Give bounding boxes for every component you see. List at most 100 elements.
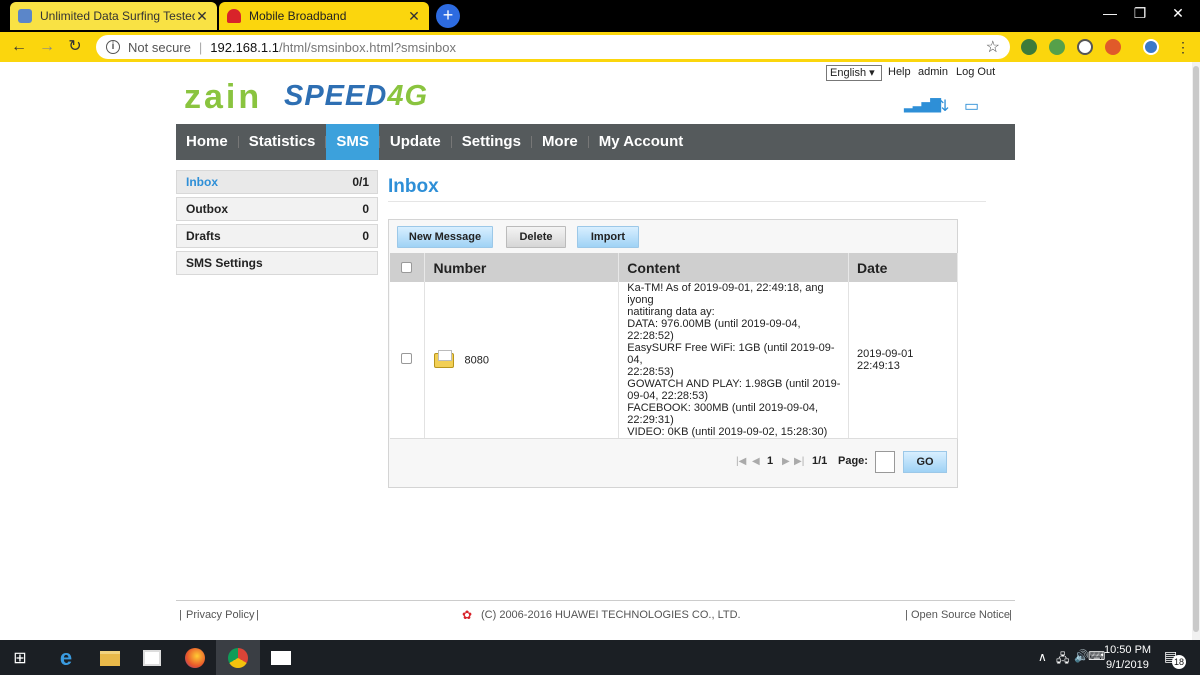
new-message-button[interactable]: New Message [397, 226, 493, 248]
sidebar-item-inbox[interactable]: Inbox 0/1 [176, 170, 378, 194]
browser-titlebar: Unlimited Data Surfing Tested 1 ✕ Mobile… [0, 0, 1200, 32]
divider [388, 201, 986, 202]
footer-divider: | [1009, 609, 1012, 621]
first-page-icon[interactable]: |◀ [736, 456, 746, 467]
logo-4g-text: 4G [387, 80, 429, 112]
router-page: zain SPEED4G English ▾ Help admin Log Ou… [0, 62, 1200, 640]
edge-browser-icon[interactable]: e [54, 645, 78, 670]
select-all-checkbox[interactable] [401, 261, 412, 273]
clock-date[interactable]: 9/1/2019 [1106, 659, 1149, 671]
table-header-row: Number Content Date [390, 253, 958, 282]
select-all-cell [390, 253, 426, 282]
sidebar-item-outbox[interactable]: Outbox 0 [176, 197, 378, 221]
extension-globe-icon[interactable] [1021, 39, 1037, 55]
url-host: 192.168.1.1 [210, 39, 279, 55]
import-button[interactable]: Import [577, 226, 639, 248]
column-header-content: Content [618, 253, 850, 282]
admin-label: admin [918, 66, 948, 78]
extension-shield-check-icon[interactable] [1049, 39, 1065, 55]
wifi-device-icon: ▭ [964, 98, 980, 115]
unread-envelope-icon [434, 349, 455, 368]
menu-sms[interactable]: SMS [326, 124, 379, 160]
next-page-icon[interactable]: ▶ [782, 456, 790, 467]
menu-more[interactable]: More [532, 124, 588, 160]
message-line: FACEBOOK: 300MB (until 2019-09-04, [627, 402, 819, 414]
sms-table: Number Content Date 8080 Ka-TM! As of 20… [390, 253, 958, 439]
prev-page-icon[interactable]: ◀ [752, 456, 760, 467]
tray-chevron-icon[interactable]: ∧ [1038, 650, 1047, 664]
file-explorer-icon[interactable] [98, 646, 122, 670]
message-line: 09-04, 22:28:53) [627, 390, 709, 402]
logo-speed-text: SPEED [284, 80, 388, 112]
bookmark-star-icon[interactable]: ☆ [986, 37, 1000, 57]
tab-title: Mobile Broadband [249, 9, 347, 23]
menu-kebab-icon[interactable]: ⋮ [1172, 36, 1194, 58]
menu-settings[interactable]: Settings [452, 124, 531, 160]
main-menu: Home Statistics SMS Update Settings More… [176, 124, 1015, 160]
extension-brave-icon[interactable] [1105, 39, 1121, 55]
url-path: /html/smsinbox.html?smsinbox [278, 39, 456, 55]
menu-home[interactable]: Home [176, 124, 238, 160]
table-row[interactable]: 8080 Ka-TM! As of 2019-09-01, 22:49:18, … [390, 282, 958, 439]
language-select[interactable]: English ▾ [826, 65, 882, 81]
clock-time[interactable]: 10:50 PM [1104, 644, 1151, 656]
new-tab-button[interactable]: + [436, 4, 460, 28]
copyright-text: (C) 2006-2016 HUAWEI TECHNOLOGIES CO., L… [481, 609, 741, 621]
row-checkbox[interactable] [401, 353, 412, 364]
column-header-number: Number [424, 253, 620, 282]
footer-divider: | [256, 609, 259, 621]
content-cell[interactable]: Ka-TM! As of 2019-09-01, 22:49:18, ang i… [618, 282, 850, 439]
tab-mobile-broadband[interactable]: Mobile Broadband ✕ [219, 2, 429, 30]
open-source-notice-link[interactable]: Open Source Notice [911, 609, 1010, 621]
extension-block-icon[interactable] [1077, 39, 1093, 55]
divider [176, 600, 1015, 601]
keyboard-icon[interactable]: ⌨ [1088, 649, 1105, 663]
privacy-policy-link[interactable]: Privacy Policy [186, 609, 254, 621]
huawei-logo-icon: ✿ [462, 608, 473, 622]
windows-start-icon[interactable]: ⊞ [8, 646, 32, 670]
back-arrow-icon[interactable]: ← [8, 36, 30, 58]
message-line: Ka-TM! As of 2019-09-01, 22:49:18, ang i… [627, 282, 824, 306]
scrollbar[interactable] [1192, 62, 1200, 640]
message-line: 22:28:53) [627, 366, 674, 378]
help-link[interactable]: Help [888, 66, 911, 78]
reload-icon[interactable]: ↻ [64, 36, 86, 58]
network-icon[interactable]: 🖧 [1056, 649, 1069, 670]
column-header-date: Date [848, 253, 958, 282]
store-icon[interactable] [140, 646, 164, 670]
sidebar-item-drafts[interactable]: Drafts 0 [176, 224, 378, 248]
info-icon[interactable]: i [106, 40, 120, 54]
last-page-icon[interactable]: ▶| [794, 456, 804, 467]
close-window-button[interactable]: ✕ [1156, 0, 1200, 28]
logout-link[interactable]: Log Out [956, 66, 995, 78]
current-page[interactable]: 1 [767, 455, 773, 467]
page-label: Page: [838, 455, 868, 467]
zain-logo: zain [184, 78, 263, 116]
divider: | [198, 39, 203, 55]
close-tab-icon[interactable]: ✕ [407, 8, 421, 25]
address-bar[interactable]: i Not secure | 192.168.1.1 /html/smsinbo… [96, 35, 1010, 59]
sidebar-item-sms-settings[interactable]: SMS Settings [176, 251, 378, 275]
message-line: EasySURF Free WiFi: 1GB (until 2019-09-0… [627, 342, 835, 366]
firefox-icon[interactable] [183, 646, 207, 670]
scrollbar-thumb[interactable] [1193, 66, 1199, 632]
go-button[interactable]: GO [903, 451, 947, 473]
volume-icon[interactable]: 🔊 [1074, 649, 1089, 663]
mail-icon[interactable] [269, 646, 293, 670]
number-cell: 8080 [424, 282, 620, 439]
data-transfer-icon: ⇅ [936, 98, 950, 115]
delete-button[interactable]: Delete [506, 226, 566, 248]
menu-statistics[interactable]: Statistics [239, 124, 326, 160]
inbox-panel: New Message Delete Import Number Content… [388, 219, 958, 488]
menu-my-account[interactable]: My Account [589, 124, 693, 160]
menu-update[interactable]: Update [380, 124, 451, 160]
tab-unlimited-data[interactable]: Unlimited Data Surfing Tested 1 ✕ [10, 2, 217, 30]
profile-avatar[interactable] [1143, 39, 1159, 55]
signal-strength-icon: ▂▃▅▇ [904, 96, 941, 112]
forward-arrow-icon[interactable]: → [36, 36, 58, 58]
page-number-input[interactable] [875, 451, 895, 473]
close-tab-icon[interactable]: ✕ [195, 8, 209, 25]
sidebar-item-label: SMS Settings [186, 256, 263, 270]
message-line: 22:29:31) [627, 414, 674, 426]
chrome-icon[interactable] [226, 646, 250, 670]
